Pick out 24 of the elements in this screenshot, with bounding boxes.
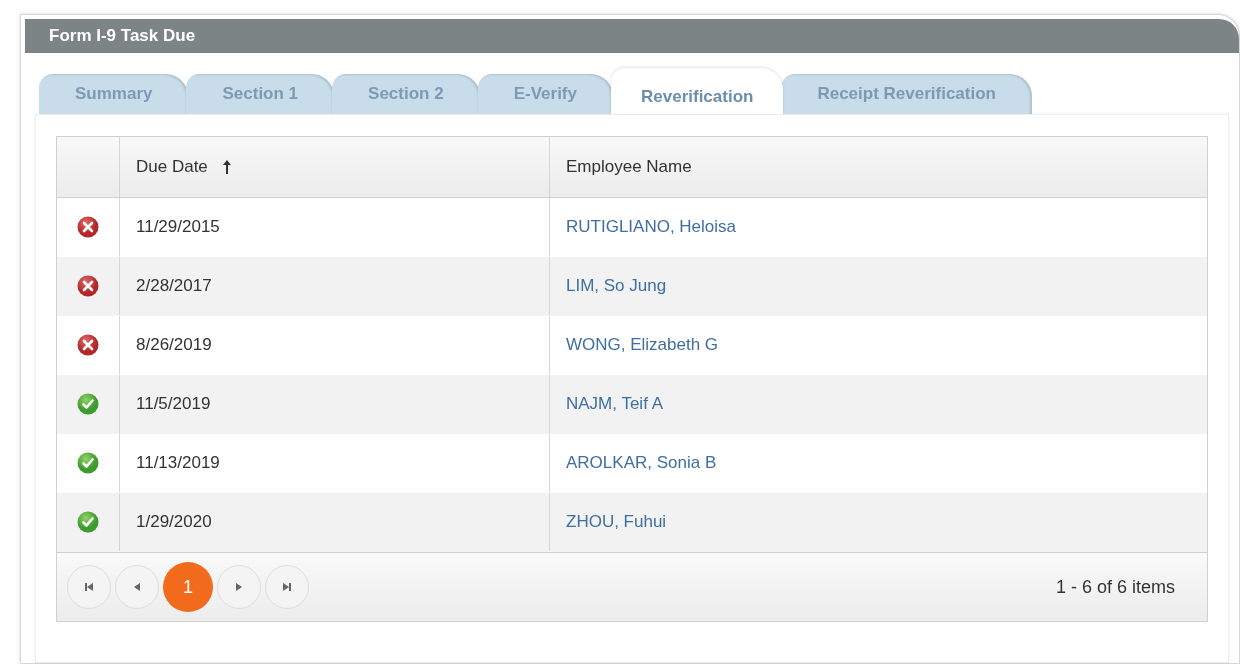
table-cell: 11/29/2015 (136, 217, 220, 237)
triangle-left-icon (132, 582, 142, 592)
triangle-right-icon (234, 582, 244, 592)
item-count: 1 - 6 of 6 items (1055, 576, 1175, 598)
employee-link[interactable]: LIM, So Jung (566, 276, 667, 296)
employee-link[interactable]: NAJM, Teif A (566, 394, 663, 414)
employee-link[interactable]: AROLKAR, Sonia B (566, 453, 717, 473)
page-button[interactable]: 1 (163, 562, 213, 612)
employee-link[interactable]: WONG, Elizabeth G (566, 335, 719, 355)
table-cell: 1/29/2020 (136, 512, 212, 532)
employee-link[interactable]: RUTIGLIANO, Heloisa (566, 217, 737, 237)
table-cell: 11/5/2019 (136, 394, 211, 414)
table-cell: 2/28/2017 (136, 276, 212, 296)
panel-title: Form I-9 Task Due (25, 19, 1239, 53)
last-page-button[interactable] (265, 565, 309, 609)
column-header[interactable]: Due Date (136, 157, 208, 177)
first-page-button[interactable] (67, 565, 111, 609)
table-cell: 8/26/2019 (136, 335, 212, 355)
tab[interactable]: Reverification (611, 68, 784, 114)
skip-back-icon (84, 582, 94, 592)
skip-forward-icon (282, 582, 292, 592)
table-cell: 11/13/2019 (136, 453, 220, 473)
employee-link[interactable]: ZHOU, Fuhui (566, 512, 667, 532)
column-header[interactable]: Employee Name (566, 157, 692, 177)
